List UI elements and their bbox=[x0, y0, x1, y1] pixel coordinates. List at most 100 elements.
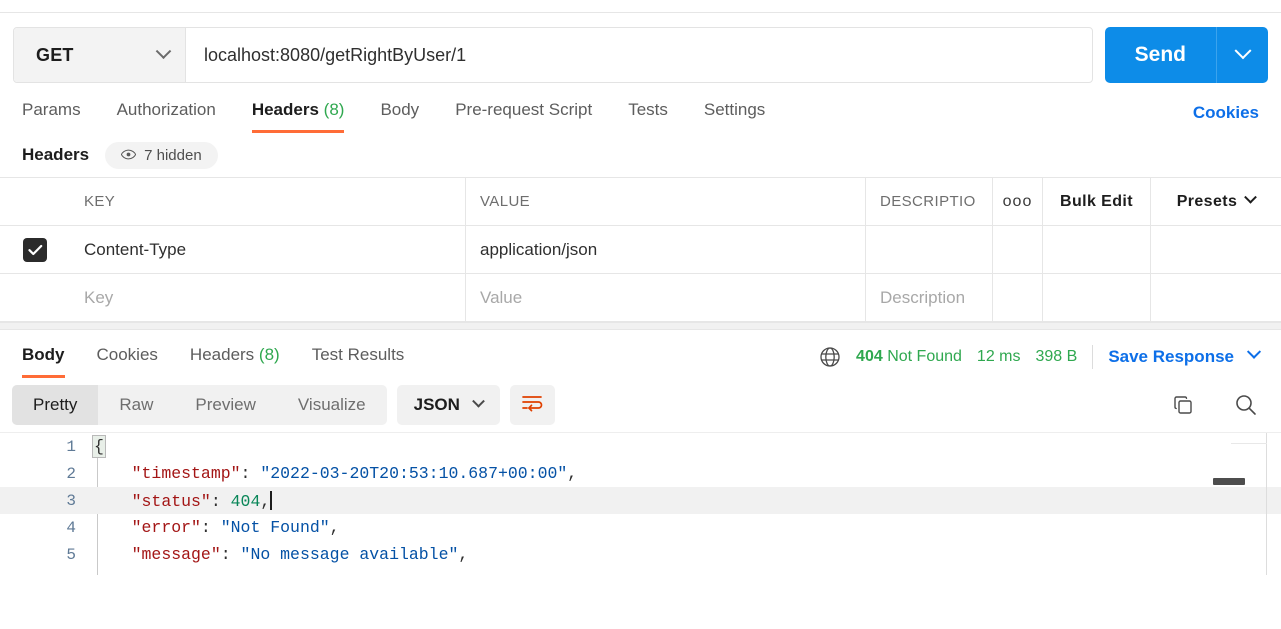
tab-pre-request-script[interactable]: Pre-request Script bbox=[455, 100, 592, 133]
new-row-key-input[interactable]: Key bbox=[70, 274, 466, 321]
tab-label: Pre-request Script bbox=[455, 100, 593, 119]
new-row-tools-cell bbox=[993, 274, 1043, 321]
save-response-button[interactable]: Save Response bbox=[1108, 347, 1234, 367]
chevron-down-icon bbox=[472, 394, 485, 408]
code-token: "2022-03-20T20:53:10.687+00:00" bbox=[260, 464, 568, 483]
code-text: "timestamp": "2022-03-20T20:53:10.687+00… bbox=[92, 464, 578, 483]
copy-icon[interactable] bbox=[1171, 393, 1195, 417]
row-description-input[interactable] bbox=[866, 226, 993, 273]
tab-label: Body bbox=[22, 345, 65, 364]
line-number: 3 bbox=[66, 491, 76, 510]
chevron-down-icon bbox=[1244, 190, 1258, 204]
new-row-value-input[interactable]: Value bbox=[466, 274, 866, 321]
word-wrap-icon bbox=[520, 393, 544, 418]
status-badge: 404 Not Found bbox=[856, 348, 962, 366]
request-url-input[interactable] bbox=[186, 28, 1092, 82]
code-token: : bbox=[220, 545, 241, 564]
search-icon[interactable] bbox=[1233, 392, 1259, 418]
headers-more-options-button[interactable]: ooo bbox=[993, 178, 1043, 225]
response-tab-cookies[interactable]: Cookies bbox=[97, 345, 158, 378]
tab-label: Body bbox=[380, 100, 420, 119]
tab-params[interactable]: Params bbox=[22, 100, 81, 133]
line-number: 5 bbox=[66, 545, 76, 564]
http-method-select[interactable]: GET bbox=[14, 28, 186, 82]
row-checkbox[interactable] bbox=[23, 237, 47, 262]
header-cell-checkbox bbox=[0, 178, 70, 225]
tab-settings[interactable]: Settings bbox=[704, 100, 765, 133]
code-minimap-rule bbox=[1231, 443, 1267, 444]
tab-label: Params bbox=[22, 100, 81, 119]
header-cell-key: KEY bbox=[70, 178, 466, 225]
code-lines: 1{2 "timestamp": "2022-03-20T20:53:10.68… bbox=[0, 433, 1281, 568]
hidden-headers-label: 7 hidden bbox=[144, 146, 202, 164]
row-value-input[interactable]: application/json bbox=[466, 226, 866, 273]
response-pane-divider[interactable] bbox=[0, 322, 1281, 330]
send-button-group[interactable]: Send bbox=[1104, 27, 1268, 83]
tab-body[interactable]: Body bbox=[380, 100, 419, 133]
chevron-down-icon bbox=[155, 42, 172, 59]
row-checkbox-cell bbox=[0, 226, 70, 273]
view-mode-preview[interactable]: Preview bbox=[174, 385, 276, 425]
request-url-bar: GET Send bbox=[0, 13, 1281, 87]
globe-icon[interactable] bbox=[819, 346, 841, 368]
send-button[interactable]: Send bbox=[1105, 27, 1216, 83]
new-row-checkbox-cell bbox=[0, 274, 70, 321]
tab-headers[interactable]: Headers (8) bbox=[251, 100, 345, 133]
save-response-caret[interactable] bbox=[1246, 344, 1262, 366]
word-wrap-button[interactable] bbox=[509, 385, 555, 425]
response-body-code-viewer[interactable]: 1{2 "timestamp": "2022-03-20T20:53:10.68… bbox=[0, 432, 1281, 575]
tab-authorization[interactable]: Authorization bbox=[117, 100, 216, 133]
code-token: "timestamp" bbox=[131, 464, 241, 483]
tab-count: (8) bbox=[323, 100, 345, 119]
code-token: , bbox=[329, 518, 340, 537]
presets-button[interactable]: Presets bbox=[1151, 178, 1281, 225]
headers-subheader: Headers 7 hidden bbox=[0, 133, 1281, 177]
code-token: { bbox=[92, 435, 106, 458]
response-format-select[interactable]: JSON bbox=[396, 385, 500, 425]
viewer-right-icons bbox=[1171, 392, 1259, 418]
new-row-description-input[interactable]: Description bbox=[866, 274, 993, 321]
code-line[interactable]: 5 "message": "No message available", bbox=[0, 541, 1281, 568]
view-mode-pretty[interactable]: Pretty bbox=[12, 385, 99, 425]
code-token: "status" bbox=[131, 491, 211, 511]
code-right-rail bbox=[1266, 433, 1267, 575]
tab-label: Tests bbox=[628, 100, 668, 119]
code-line[interactable]: 2 "timestamp": "2022-03-20T20:53:10.687+… bbox=[0, 460, 1281, 487]
header-cell-description: DESCRIPTIO bbox=[866, 178, 993, 225]
view-mode-raw[interactable]: Raw bbox=[98, 385, 174, 425]
code-line[interactable]: 1{ bbox=[0, 433, 1281, 460]
code-token: 404 bbox=[230, 491, 261, 511]
code-scrollbar-thumb[interactable] bbox=[1213, 478, 1245, 485]
eye-icon bbox=[120, 147, 137, 164]
code-token: : bbox=[200, 518, 221, 537]
divider bbox=[1092, 345, 1094, 369]
view-mode-visualize[interactable]: Visualize bbox=[277, 385, 387, 425]
cookies-link[interactable]: Cookies bbox=[1193, 103, 1259, 123]
bulk-edit-button[interactable]: Bulk Edit bbox=[1043, 178, 1151, 225]
code-line[interactable]: 3 "status": 404, bbox=[0, 487, 1281, 514]
send-options-button[interactable] bbox=[1216, 27, 1268, 83]
presets-label: Presets bbox=[1176, 192, 1238, 210]
response-tab-test-results[interactable]: Test Results bbox=[312, 345, 405, 378]
response-tab-body[interactable]: Body bbox=[22, 345, 65, 378]
table-row-new: Key Value Description bbox=[0, 274, 1281, 322]
code-line[interactable]: 4 "error": "Not Found", bbox=[0, 514, 1281, 541]
hidden-headers-badge[interactable]: 7 hidden bbox=[105, 141, 218, 169]
response-format-label: JSON bbox=[413, 395, 460, 414]
code-text: "status": 404, bbox=[92, 490, 273, 511]
http-method-label: GET bbox=[36, 44, 74, 65]
code-token: : bbox=[240, 464, 261, 483]
headers-table: KEY VALUE DESCRIPTIO ooo Bulk Edit Prese… bbox=[0, 177, 1281, 322]
response-tab-headers[interactable]: Headers (8) bbox=[190, 345, 280, 378]
code-token: "Not Found" bbox=[220, 518, 330, 537]
row-key-input[interactable]: Content-Type bbox=[70, 226, 466, 273]
tab-label: Authorization bbox=[116, 100, 216, 119]
code-token: : bbox=[210, 491, 231, 511]
chevron-down-icon bbox=[1246, 344, 1262, 359]
new-row-description-placeholder: Description bbox=[880, 287, 966, 307]
text-cursor bbox=[270, 490, 273, 510]
tab-tests[interactable]: Tests bbox=[628, 100, 668, 133]
tab-label: Cookies bbox=[96, 345, 158, 364]
